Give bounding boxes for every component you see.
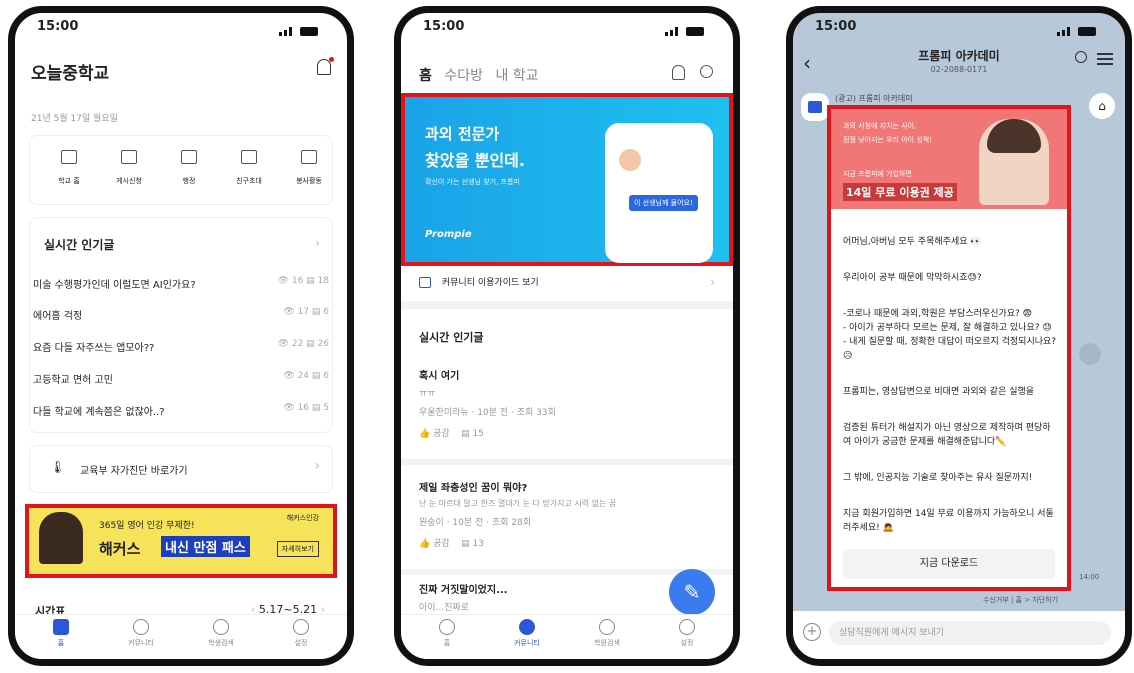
message-input[interactable]: 상담직원에게 메시지 보내기 (829, 621, 1111, 645)
menu-icon[interactable] (1097, 53, 1113, 65)
bottom-nav: 홈 커뮤니티 학원검색 설정 (401, 614, 733, 659)
ad-image: 과외 서칭에 지치는 사이, 점점 낮아지는 우리 아이 성적! 지금 프롬피에… (831, 109, 1067, 209)
pencil-icon: ✎ (683, 580, 701, 604)
home-icon (439, 619, 455, 635)
phone-school-app: 15:00 오늘중학교 21년 5월 17일 월요일 학교 홈 게시신청 행정 … (8, 6, 354, 666)
status-bar: 15:00 (815, 19, 1103, 37)
thermometer-icon: 🌡 (50, 460, 66, 474)
compose-button[interactable]: ✎ (669, 569, 715, 615)
avatar (801, 93, 829, 121)
signal-battery-icon (279, 21, 325, 36)
popular-title: 실시간 인기글 (44, 238, 115, 252)
ad-model-photo (39, 512, 83, 564)
list-item[interactable]: 제일 좌충성인 꿈이 뭐야? 난 눈 마르대 말고 한즈 멸대가 눈 다 망가지… (419, 479, 715, 559)
mail-icon (241, 150, 257, 164)
prompie-ad-banner[interactable]: 과외 전문가 찾았을 뿐인데. 확신이 가는 선생님 찾기, 프롬피 Promp… (401, 93, 733, 266)
search-icon (599, 619, 615, 635)
monitor-icon (121, 150, 137, 164)
list-item[interactable]: 요즘 다들 자주쓰는 앱모아?? 👁 22 ▤ 26 (33, 339, 329, 359)
tab-my-school[interactable]: 내 학교 (495, 68, 538, 84)
guide-link[interactable]: 커뮤니티 이용가이드 보기 › (419, 275, 715, 299)
calendar-icon (419, 277, 431, 288)
nav-home[interactable]: 홈 (31, 619, 91, 648)
nav-settings[interactable]: 설정 (657, 619, 717, 648)
chat-icon (133, 619, 149, 635)
phone-community-app: 15:00 홈 수다방 내 학교 과외 전문가 찾았을 뿐인데. 확신이 가는 … (394, 6, 740, 666)
ad-model-photo (979, 119, 1049, 205)
self-check-link[interactable]: 🌡 교육부 자가진단 바로가기 › (29, 445, 333, 493)
bell-icon[interactable] (672, 65, 685, 80)
bottom-nav: 홈 커뮤니티 학생검색 설정 (15, 614, 347, 659)
popular-title: 실시간 인기글 (419, 331, 484, 344)
list-item[interactable]: 고등학교 면허 고민 👁 24 ▤ 6 (33, 371, 329, 391)
download-button[interactable]: 지금 다운로드 (843, 549, 1055, 579)
phone-kakao-chat: 15:00 ‹ 프롬피 아카데미 02-2088-0171 (광고) 프롬피 아… (786, 6, 1132, 666)
signal-battery-icon (665, 21, 711, 36)
nav-home[interactable]: 홈 (417, 619, 477, 648)
tab-chat[interactable]: 수다방 (444, 68, 483, 84)
status-time: 15:00 (37, 19, 79, 34)
plus-icon[interactable]: + (803, 623, 821, 641)
list-item[interactable]: 미술 수행평가인데 이럴도면 AI인가요? 👁 16 ▤ 18 (33, 276, 329, 296)
nav-settings[interactable]: 설정 (271, 619, 331, 648)
banner-phone-mockup: 이 선생님께 물어요! (605, 123, 713, 263)
nav-community[interactable]: 커뮤니티 (111, 619, 171, 648)
nav-community[interactable]: 커뮤니티 (497, 619, 557, 648)
building-icon (181, 150, 197, 164)
quick-menu: 학교 홈 게시신청 행정 친구초대 봉사활동 (29, 135, 333, 205)
divider (401, 301, 733, 309)
gear-icon (293, 619, 309, 635)
status-bar: 15:00 (37, 19, 325, 37)
bell-icon[interactable] (317, 57, 334, 75)
chat-input-bar: + 상담직원에게 메시지 보내기 (793, 611, 1125, 659)
chevron-right-icon: › (710, 275, 715, 289)
list-item[interactable]: 에어홈 걱정 👁 17 ▤ 6 (33, 307, 329, 327)
search-icon[interactable] (700, 65, 713, 78)
nav-search[interactable]: 학생검색 (191, 619, 251, 648)
date-label: 21년 5월 17일 월요일 (31, 114, 118, 124)
home-icon[interactable]: ⌂ (1089, 93, 1115, 119)
signal-battery-icon (1057, 21, 1103, 36)
school-name: 오늘중학교 (31, 64, 110, 84)
status-bar: 15:00 (423, 19, 711, 37)
share-icon[interactable] (1079, 343, 1101, 365)
hackers-ad-banner[interactable]: 365일 영어 인강 무제한! 해커스 내신 만점 패스 자세히보기 해커스인강 (25, 504, 337, 578)
tab-home[interactable]: 홈 (419, 68, 432, 84)
list-item[interactable]: 다들 학교에 계속쯤은 없잖아..? 👁 16 ▤ 5 (33, 403, 329, 423)
search-icon (213, 619, 229, 635)
people-icon (301, 150, 317, 164)
search-icon[interactable] (1075, 51, 1087, 63)
ad-message-text: 어머님,아버님 모두 주목해주세요 👀 우리아이 공부 때문에 막막하시죠😓? … (843, 237, 1057, 533)
message-time: 14:00 (1079, 573, 1100, 581)
sender-name: (광고) 프롬피 아카데미 (835, 94, 913, 103)
unsubscribe-note[interactable]: 수신거부 | 홈 > 차단하기 (983, 595, 1058, 605)
nav-search[interactable]: 학원검색 (577, 619, 637, 648)
top-tabs: 홈 수다방 내 학교 (419, 65, 539, 85)
chat-phone: 02-2088-0171 (930, 65, 988, 74)
home-icon (53, 619, 69, 635)
chevron-right-icon[interactable]: › (315, 236, 320, 250)
chat-icon (519, 619, 535, 635)
ad-detail-button[interactable]: 자세히보기 (276, 541, 319, 557)
chevron-right-icon: › (314, 458, 320, 474)
gear-icon (679, 619, 695, 635)
avatar (619, 149, 641, 171)
list-item[interactable]: 혹시 여기 ㅠㅠ 우울한미라뉴 · 10분 전 · 조회 33회 👍 공감 ▤ … (419, 367, 715, 451)
ad-message-bubble: 과외 서칭에 지치는 사이, 점점 낮아지는 우리 아이 성적! 지금 프롬피에… (827, 105, 1071, 591)
camera-icon (61, 150, 77, 164)
